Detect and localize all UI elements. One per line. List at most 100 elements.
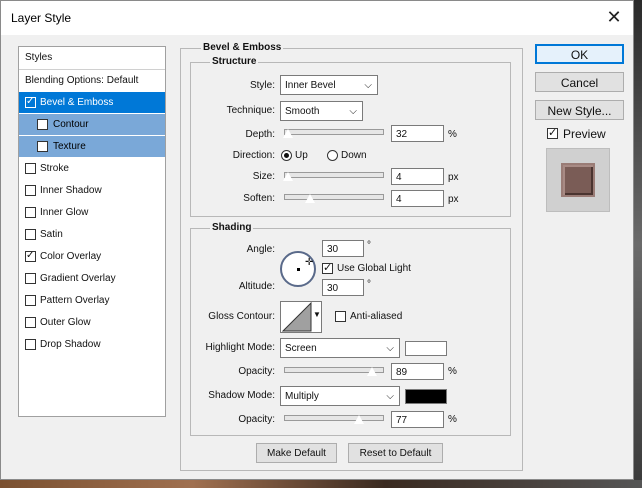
outer-glow-item[interactable]: Outer Glow <box>19 312 165 333</box>
ok-button[interactable]: OK <box>535 44 624 64</box>
shadow-opacity-input[interactable]: 77 <box>391 411 444 428</box>
shadow-opacity-unit: % <box>448 414 457 425</box>
direction-up-radio[interactable] <box>281 150 292 161</box>
style-preview <box>546 148 610 212</box>
gloss-contour-picker[interactable]: ▼ <box>280 301 322 333</box>
bevel-emboss-checkbox[interactable] <box>25 92 36 112</box>
contour-curve-icon <box>282 302 312 332</box>
soften-input[interactable]: 4 <box>391 190 444 207</box>
satin-checkbox[interactable] <box>25 229 36 240</box>
depth-label: Depth: <box>245 129 275 140</box>
size-input[interactable]: 4 <box>391 168 444 185</box>
styles-header[interactable]: Styles <box>19 47 165 68</box>
altitude-input[interactable]: 30 <box>322 279 364 296</box>
reset-to-default-button[interactable]: Reset to Default <box>348 443 443 463</box>
crosshair-icon: ✛ <box>305 257 314 268</box>
angle-label: Angle: <box>246 244 275 255</box>
size-slider[interactable] <box>284 172 384 178</box>
inner-glow-checkbox[interactable] <box>25 207 36 218</box>
satin-item[interactable]: Satin <box>19 224 165 245</box>
shadow-opacity-label: Opacity: <box>238 414 275 425</box>
preview-label: Preview <box>563 127 606 141</box>
technique-select[interactable]: Smooth ⌵ <box>280 101 363 121</box>
structure-title: Structure <box>210 56 259 67</box>
soften-label: Soften: <box>243 193 275 204</box>
bevel-emboss-title: Bevel & Emboss <box>201 42 284 53</box>
shadow-opacity-slider[interactable] <box>284 415 384 421</box>
stroke-item[interactable]: Stroke <box>19 158 165 179</box>
preview-swatch <box>561 163 595 197</box>
highlight-mode-label: Highlight Mode: <box>205 342 275 353</box>
highlight-mode-select[interactable]: Screen ⌵ <box>280 338 400 358</box>
direction-down-radio[interactable] <box>327 150 338 161</box>
size-label: Size: <box>252 171 275 182</box>
gradient-overlay-item[interactable]: Gradient Overlay <box>19 268 165 289</box>
technique-label: Technique: <box>226 105 275 116</box>
outer-glow-checkbox[interactable] <box>25 317 36 328</box>
depth-input[interactable]: 32 <box>391 125 444 142</box>
depth-unit: % <box>448 129 457 140</box>
inner-glow-item[interactable]: Inner Glow <box>19 202 165 223</box>
depth-slider-thumb[interactable] <box>282 128 294 139</box>
angle-dial[interactable]: ✛ <box>280 251 316 287</box>
blending-options-item[interactable]: Blending Options: Default <box>19 70 165 91</box>
style-label: Style: <box>249 80 275 91</box>
angle-unit: ° <box>367 240 371 251</box>
angle-input[interactable]: 30 <box>322 240 364 257</box>
soften-slider-thumb[interactable] <box>304 193 316 204</box>
size-unit: px <box>448 172 459 183</box>
contour-checkbox[interactable] <box>37 119 48 130</box>
altitude-unit: ° <box>367 279 371 290</box>
style-select[interactable]: Inner Bevel ⌵ <box>280 75 378 95</box>
shadow-mode-label: Shadow Mode: <box>208 390 275 401</box>
dialog-title: Layer Style <box>11 11 72 25</box>
use-global-light-checkbox[interactable] <box>322 259 333 277</box>
shadow-mode-select[interactable]: Multiply ⌵ <box>280 386 400 406</box>
use-global-light-label: Use Global Light <box>337 263 411 274</box>
angle-center-dot <box>297 268 300 271</box>
chevron-down-icon: ⌵ <box>349 106 357 117</box>
new-style-button[interactable]: New Style... <box>535 100 624 120</box>
color-overlay-checkbox[interactable] <box>25 246 36 266</box>
shadow-opacity-thumb[interactable] <box>353 414 365 425</box>
texture-checkbox[interactable] <box>37 141 48 152</box>
highlight-color-swatch[interactable] <box>405 341 447 356</box>
layer-style-dialog: Layer Style ✕ Styles Blending Options: D… <box>0 0 634 480</box>
cancel-button[interactable]: Cancel <box>535 72 624 92</box>
shadow-color-swatch[interactable] <box>405 389 447 404</box>
inner-shadow-checkbox[interactable] <box>25 185 36 196</box>
altitude-label: Altitude: <box>238 281 275 292</box>
soften-unit: px <box>448 194 459 205</box>
color-overlay-item[interactable]: Color Overlay <box>19 246 165 267</box>
contour-item[interactable]: Contour <box>19 114 165 135</box>
shading-title: Shading <box>210 222 254 233</box>
pattern-overlay-item[interactable]: Pattern Overlay <box>19 290 165 311</box>
gradient-overlay-checkbox[interactable] <box>25 273 36 284</box>
title-bar: Layer Style ✕ <box>1 1 633 35</box>
drop-shadow-checkbox[interactable] <box>25 339 36 350</box>
close-icon[interactable]: ✕ <box>603 6 625 28</box>
highlight-opacity-label: Opacity: <box>238 366 275 377</box>
drop-shadow-item[interactable]: Drop Shadow <box>19 334 165 355</box>
stroke-checkbox[interactable] <box>25 163 36 174</box>
direction-down-label: Down <box>341 150 367 161</box>
anti-aliased-checkbox[interactable] <box>335 311 346 322</box>
preview-checkbox[interactable] <box>547 124 558 142</box>
texture-item[interactable]: Texture <box>19 136 165 157</box>
anti-aliased-label: Anti-aliased <box>350 311 403 322</box>
highlight-opacity-input[interactable]: 89 <box>391 363 444 380</box>
size-slider-thumb[interactable] <box>282 171 294 182</box>
pattern-overlay-checkbox[interactable] <box>25 295 36 306</box>
chevron-down-icon: ⌵ <box>386 343 394 354</box>
chevron-down-icon: ⌵ <box>386 391 394 402</box>
caret-down-icon[interactable]: ▼ <box>313 310 321 319</box>
direction-label: Direction: <box>232 150 275 161</box>
chevron-down-icon: ⌵ <box>364 80 372 91</box>
direction-up-label: Up <box>295 150 308 161</box>
depth-slider[interactable] <box>284 129 384 135</box>
soften-slider[interactable] <box>284 194 384 200</box>
make-default-button[interactable]: Make Default <box>256 443 337 463</box>
inner-shadow-item[interactable]: Inner Shadow <box>19 180 165 201</box>
bevel-emboss-item[interactable]: Bevel & Emboss <box>19 92 165 113</box>
highlight-opacity-thumb[interactable] <box>366 366 378 377</box>
